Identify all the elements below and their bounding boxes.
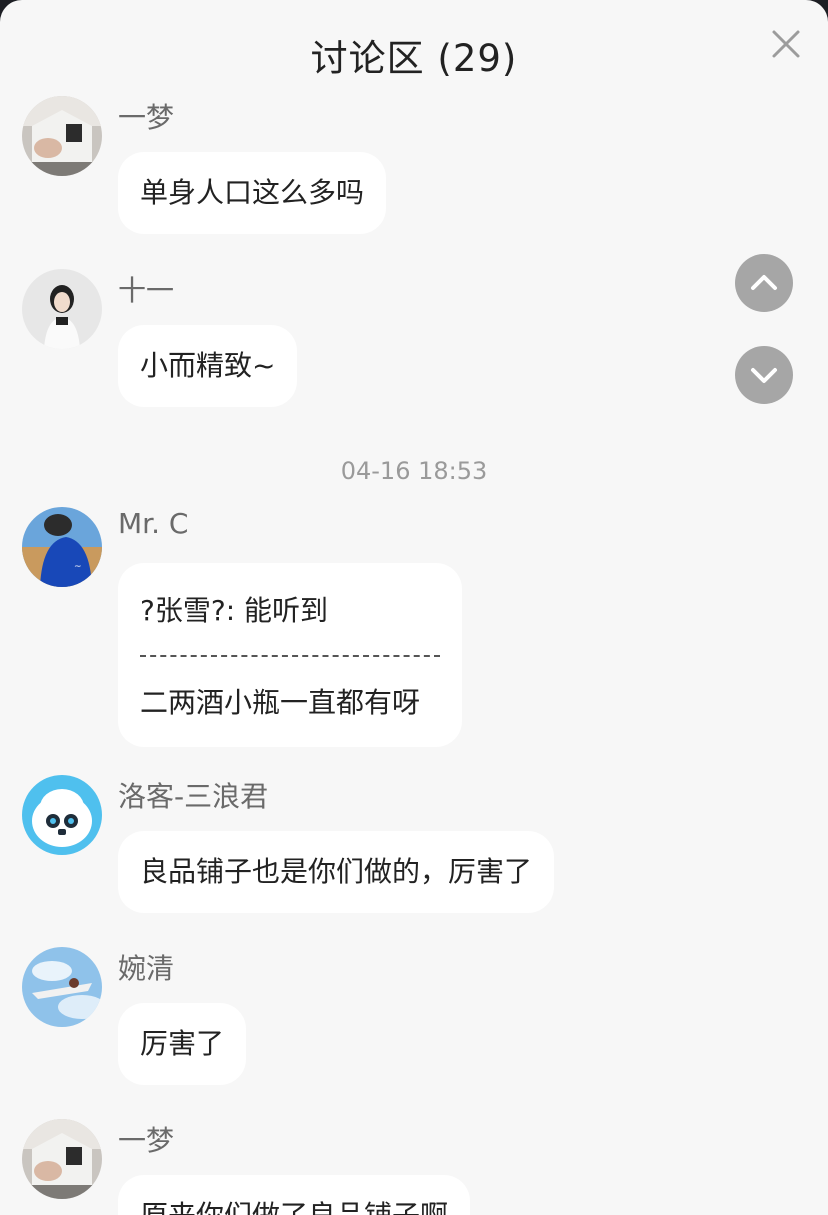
chevron-up-icon: [751, 275, 777, 290]
quoted-message: ?张雪?: 能听到: [140, 594, 329, 627]
quote-divider: [140, 655, 440, 657]
user-name: 洛客-三浪君: [118, 780, 269, 813]
message-bubble[interactable]: ?张雪?: 能听到 二两酒小瓶一直都有呀: [118, 563, 462, 747]
user-name: 一梦: [118, 101, 175, 134]
avatar[interactable]: [22, 269, 102, 349]
message-bubble[interactable]: 厉害了: [118, 1003, 247, 1085]
scroll-up-button[interactable]: [735, 254, 793, 312]
discussion-panel: 讨论区 (29) 一梦 单身人口这么多吗 十一 小而精致~ 04-16 18:5…: [0, 0, 828, 1215]
message-text: 二两酒小瓶一直都有呀: [140, 686, 421, 719]
page-title: 讨论区 (29): [310, 37, 518, 80]
message-bubble[interactable]: 良品铺子也是你们做的，厉害了: [118, 831, 555, 913]
close-button[interactable]: [768, 26, 804, 62]
user-name: 一梦: [118, 1124, 175, 1157]
avatar[interactable]: [22, 1119, 102, 1199]
user-name: 婉清: [118, 952, 175, 985]
user-name: Mr. C: [118, 507, 189, 540]
avatar[interactable]: [22, 775, 102, 855]
svg-text:~: ~: [74, 562, 82, 572]
scroll-down-button[interactable]: [735, 346, 793, 404]
avatar[interactable]: [22, 947, 102, 1027]
message-bubble[interactable]: 单身人口这么多吗: [118, 152, 387, 234]
close-icon: [772, 30, 800, 58]
timestamp: 04-16 18:53: [340, 457, 488, 485]
chevron-down-icon: [751, 368, 777, 383]
message-bubble[interactable]: 原来你们做了良品铺子啊: [118, 1175, 471, 1215]
message-bubble[interactable]: 小而精致~: [118, 325, 298, 407]
avatar[interactable]: ~: [22, 507, 102, 587]
user-name: 十一: [118, 274, 175, 307]
avatar[interactable]: [22, 96, 102, 176]
